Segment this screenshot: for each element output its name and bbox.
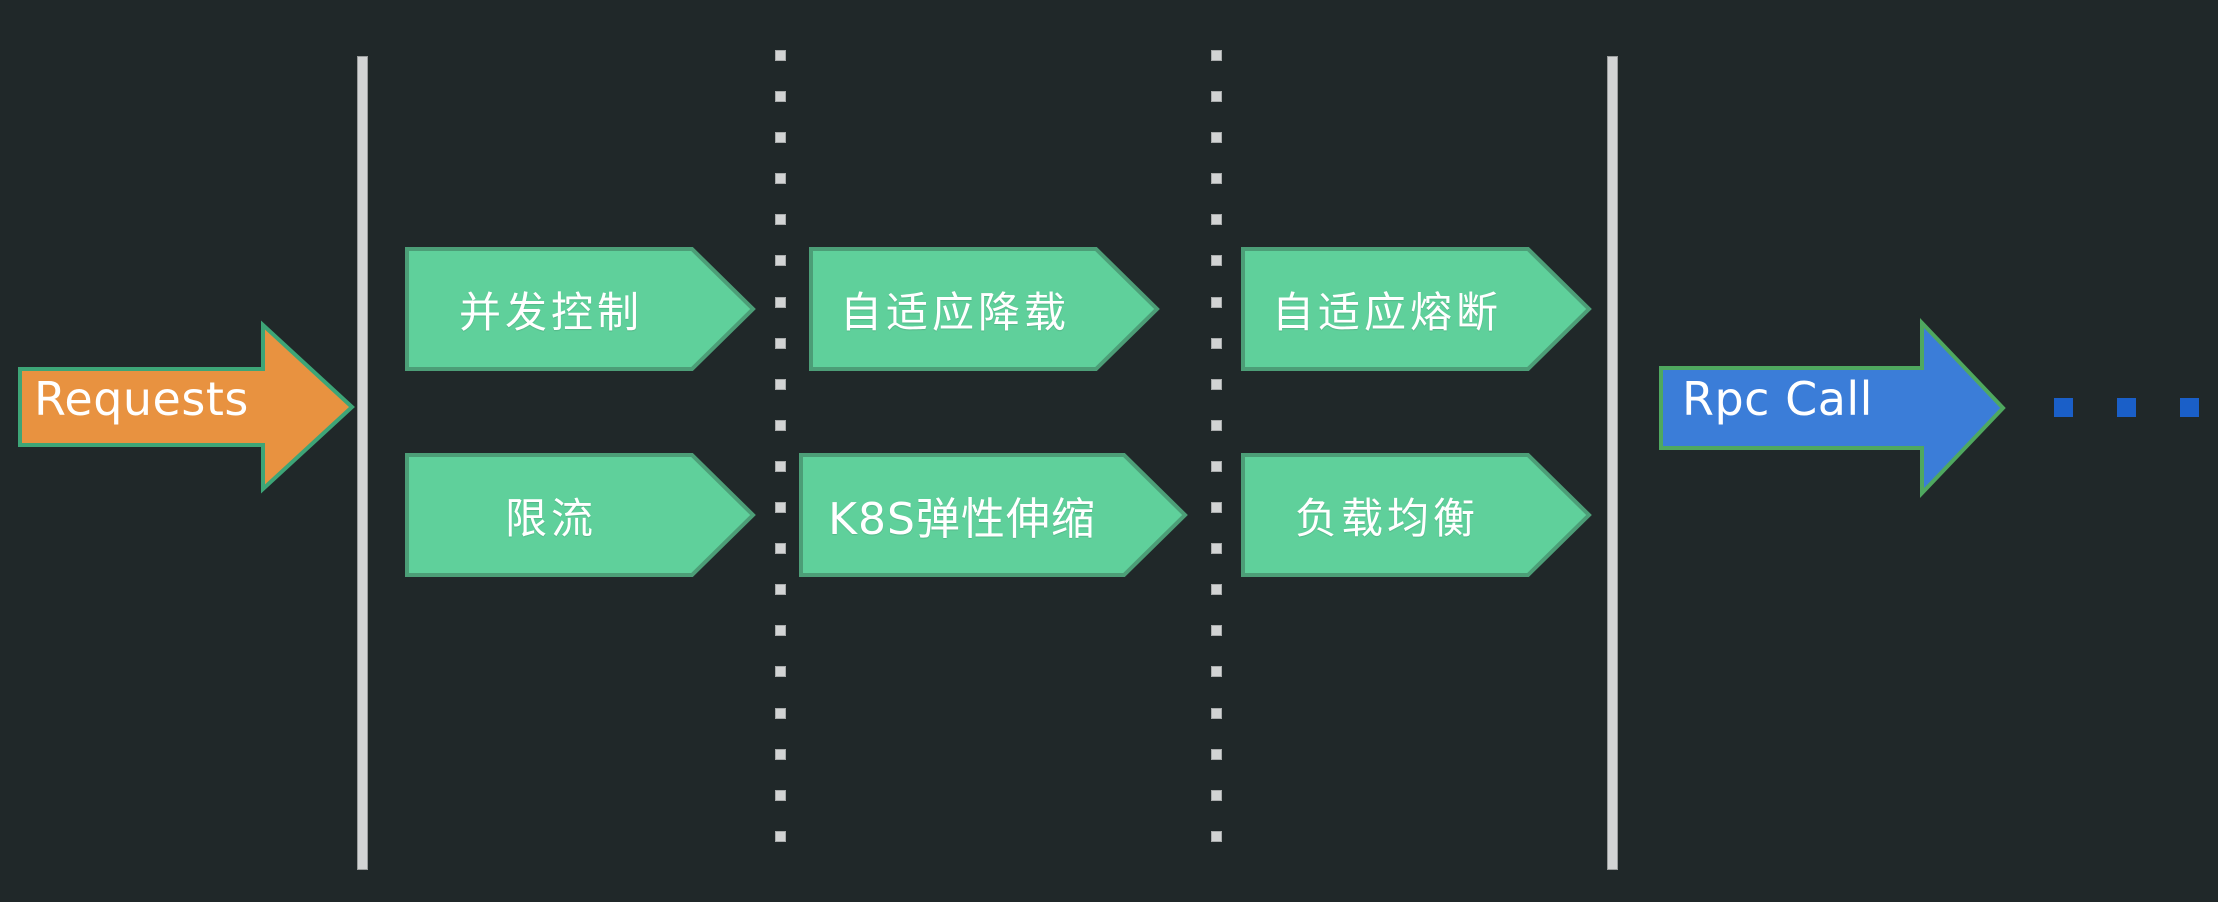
divider-dot <box>1211 625 1222 637</box>
chevron-label: 负载均衡 <box>1294 493 1479 543</box>
divider-dot <box>1211 502 1222 514</box>
divider-dot <box>775 584 786 596</box>
divider-dot <box>1211 337 1222 349</box>
chevron-label: 并发控制 <box>458 287 643 337</box>
divider-dot <box>775 337 786 349</box>
divider-dot <box>1211 91 1222 103</box>
divider-dot <box>775 214 786 226</box>
diagram-canvas: Requests 并发控制 限流 自适应降载 K8S弹性伸缩 自适应熔断 负载均… <box>0 0 2218 902</box>
continuation-dot <box>2180 398 2199 417</box>
divider-dot <box>775 91 786 103</box>
divider-dot <box>775 666 786 678</box>
rpc-call-arrow-label: Rpc Call <box>1682 372 1873 426</box>
divider-dot <box>775 502 786 514</box>
divider-dot <box>775 830 786 842</box>
divider-dot <box>775 50 786 61</box>
divider-dot <box>1211 584 1222 596</box>
divider-dot <box>775 296 786 308</box>
divider-dot <box>1211 173 1222 185</box>
divider-dot <box>775 173 786 185</box>
divider-dot <box>1211 707 1222 719</box>
chevron-rate-limiting[interactable]: 限流 <box>404 452 756 578</box>
chevron-label: 自适应熔断 <box>1271 287 1502 337</box>
divider-dot <box>775 707 786 719</box>
divider-dot <box>1211 666 1222 678</box>
continuation-dots <box>2054 398 2218 417</box>
divider-dot <box>1211 50 1222 61</box>
divider-dot <box>1211 460 1222 472</box>
chevron-concurrency-control[interactable]: 并发控制 <box>404 246 756 372</box>
divider-dot <box>775 132 786 144</box>
chevron-adaptive-circuit-breaking[interactable]: 自适应熔断 <box>1240 246 1592 372</box>
divider-dot <box>775 748 786 760</box>
divider-dot <box>775 543 786 555</box>
divider-dot <box>1211 419 1222 431</box>
divider-dot <box>1211 214 1222 226</box>
requests-arrow[interactable]: Requests <box>18 320 355 494</box>
divider-dot <box>1211 748 1222 760</box>
divider-dotted-two <box>1211 50 1222 842</box>
divider-dot <box>1211 789 1222 801</box>
chevron-label: K8S弹性伸缩 <box>828 494 1096 545</box>
chevron-k8s-elastic-scaling[interactable]: K8S弹性伸缩 <box>798 452 1188 578</box>
continuation-dot <box>2054 398 2073 417</box>
divider-dot <box>775 625 786 637</box>
divider-dot <box>1211 296 1222 308</box>
continuation-dot <box>2117 398 2136 417</box>
divider-dot <box>1211 830 1222 842</box>
divider-solid-right <box>1607 56 1618 870</box>
divider-dot <box>1211 255 1222 267</box>
chevron-label: 自适应降载 <box>839 287 1070 337</box>
divider-dot <box>1211 543 1222 555</box>
chevron-adaptive-load-shedding[interactable]: 自适应降载 <box>808 246 1160 372</box>
divider-dot <box>1211 132 1222 144</box>
rpc-call-arrow[interactable]: Rpc Call <box>1658 318 2006 498</box>
divider-dot <box>775 255 786 267</box>
chevron-label: 限流 <box>504 493 597 543</box>
divider-dot <box>1211 378 1222 390</box>
divider-dotted-one <box>775 50 786 842</box>
divider-solid-left <box>357 56 368 870</box>
divider-dot <box>775 378 786 390</box>
divider-dot <box>775 460 786 472</box>
divider-dot <box>775 789 786 801</box>
requests-arrow-label: Requests <box>34 372 249 426</box>
divider-dot <box>775 419 786 431</box>
chevron-load-balancing[interactable]: 负载均衡 <box>1240 452 1592 578</box>
